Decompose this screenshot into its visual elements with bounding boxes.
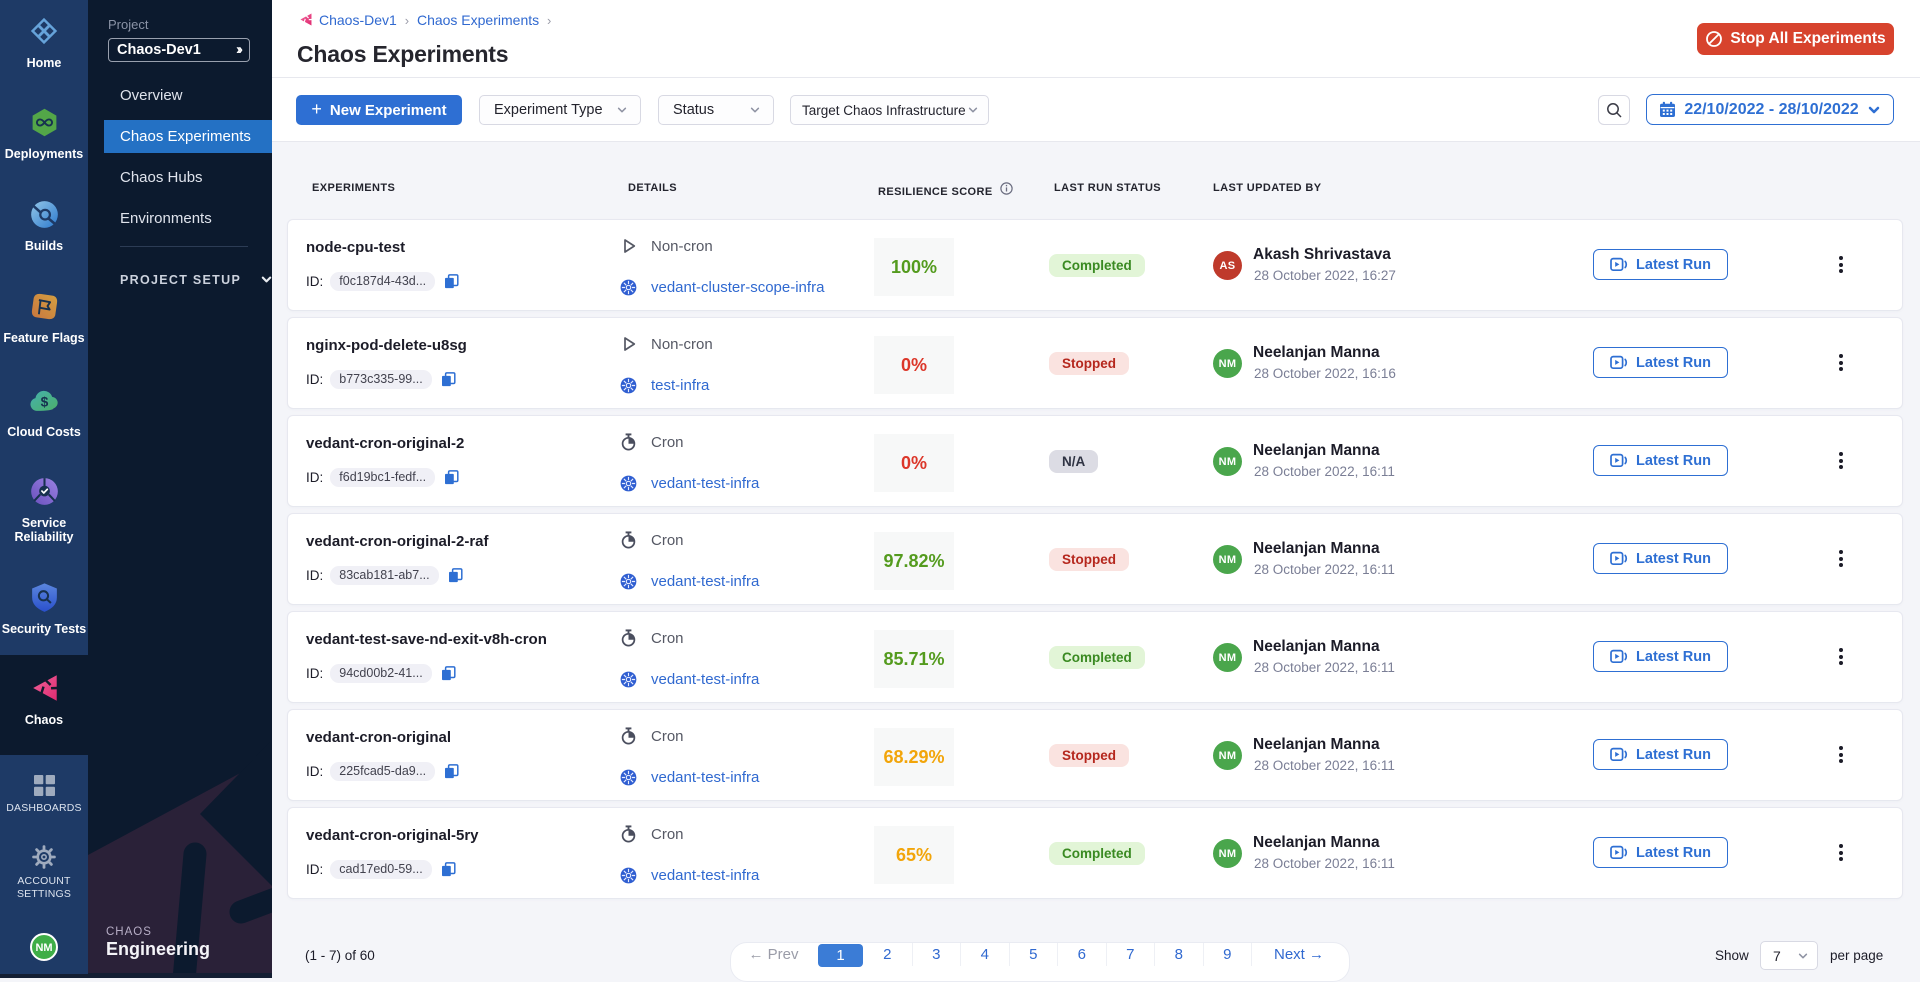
svg-text:$: $: [40, 394, 48, 409]
